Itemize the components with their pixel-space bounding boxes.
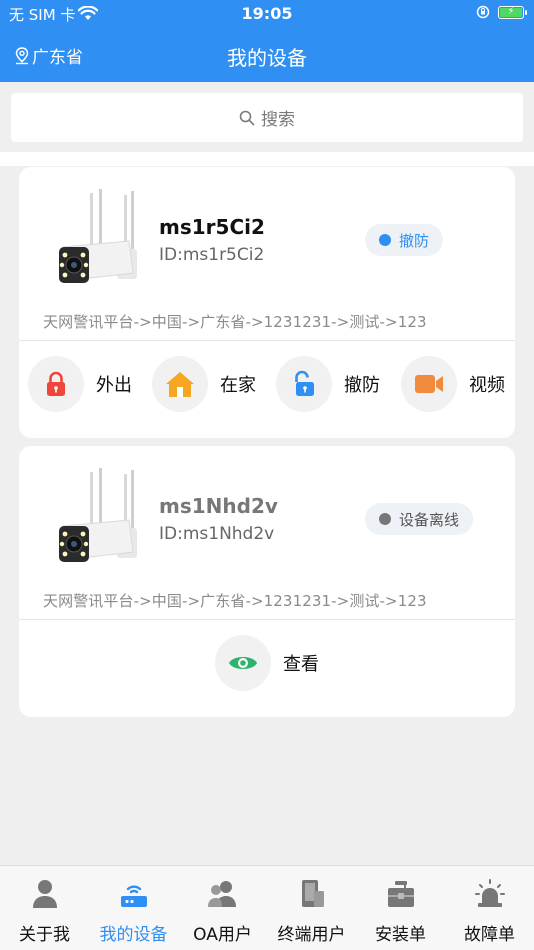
- tab-terminal-users[interactable]: 终端用户: [267, 878, 356, 945]
- divider: [19, 340, 515, 341]
- section-divider: [0, 152, 534, 166]
- device-name: ms1Nhd2v: [159, 494, 278, 518]
- status-dot-icon: [379, 513, 391, 525]
- lock-icon: [47, 371, 65, 396]
- status-dot-icon: [379, 234, 391, 246]
- disarm-button[interactable]: 撤防: [276, 356, 380, 412]
- tab-about-me[interactable]: 关于我: [0, 878, 89, 945]
- device-id: ID:ms1Nhd2v: [159, 524, 275, 544]
- view-button[interactable]: 查看: [215, 635, 319, 691]
- orientation-lock-icon: [476, 5, 490, 19]
- action-label: 查看: [283, 654, 319, 675]
- device-id: ID:ms1r5Ci2: [159, 245, 265, 265]
- status-label: 设备离线: [399, 510, 460, 529]
- search-area: 搜索: [0, 82, 534, 152]
- tab-label: 安装单: [375, 925, 426, 945]
- action-label: 撤防: [344, 375, 380, 396]
- tab-label: 我的设备: [99, 925, 168, 945]
- tab-label: OA用户: [193, 925, 252, 945]
- tab-oa-users[interactable]: OA用户: [178, 878, 267, 945]
- search-icon: [239, 110, 255, 125]
- status-badge: 撤防: [365, 224, 444, 256]
- tab-bar: 关于我 我的设备 OA用户 终端用户 安装单 故障单: [0, 865, 534, 950]
- status-right: ⚡: [476, 5, 527, 19]
- divider: [19, 619, 515, 620]
- status-label: 撤防: [399, 231, 430, 250]
- status-time: 19:05: [241, 4, 293, 23]
- search-placeholder: 搜索: [261, 110, 295, 130]
- unlock-icon: [295, 370, 314, 396]
- tab-my-devices[interactable]: 我的设备: [89, 878, 178, 945]
- device-path: 天网警讯平台->中国->广东省->1231231->测试->123: [43, 592, 427, 610]
- device-path: 天网警讯平台->中国->广东省->1231231->测试->123: [43, 313, 427, 331]
- phone-icon: [301, 880, 324, 907]
- home-icon: [166, 372, 194, 397]
- eye-icon: [229, 657, 257, 669]
- video-button[interactable]: 视频: [401, 356, 505, 412]
- device-card[interactable]: ms1Nhd2v ID:ms1Nhd2v 设备离线 天网警讯平台->中国->广东…: [19, 446, 515, 717]
- alarm-icon: [474, 879, 505, 907]
- camera-image: [59, 468, 137, 562]
- status-badge: 设备离线: [365, 503, 474, 535]
- battery-icon: ⚡: [498, 5, 527, 19]
- action-row: 查看: [19, 635, 515, 693]
- device-card[interactable]: ms1r5Ci2 ID:ms1r5Ci2 撤防 天网警讯平台->中国->广东省-…: [19, 167, 515, 438]
- status-bar: 无 SIM 卡 19:05 ⚡: [0, 0, 534, 28]
- users-icon: [207, 881, 236, 907]
- home-button[interactable]: 在家: [152, 356, 256, 412]
- search-input[interactable]: 搜索: [11, 93, 523, 142]
- tab-install-orders[interactable]: 安装单: [356, 878, 445, 945]
- tab-fault-orders[interactable]: 故障单: [445, 878, 534, 945]
- page-title: 我的设备: [227, 46, 307, 70]
- action-row: 外出 在家 撤防 视频: [19, 356, 515, 414]
- action-label: 在家: [220, 375, 256, 396]
- toolbox-icon: [387, 881, 414, 907]
- action-label: 视频: [469, 375, 505, 396]
- video-icon: [415, 375, 443, 393]
- action-label: 外出: [96, 375, 132, 396]
- person-icon: [32, 880, 57, 908]
- tab-label: 故障单: [464, 925, 515, 945]
- tab-label: 关于我: [19, 925, 70, 945]
- tab-label: 终端用户: [277, 925, 346, 945]
- router-icon: [120, 885, 147, 907]
- top-bar: 无 SIM 卡 19:05 ⚡ 广东省 我的设备: [0, 0, 534, 82]
- away-button[interactable]: 外出: [28, 356, 132, 412]
- camera-image: [59, 189, 137, 283]
- device-name: ms1r5Ci2: [159, 215, 265, 239]
